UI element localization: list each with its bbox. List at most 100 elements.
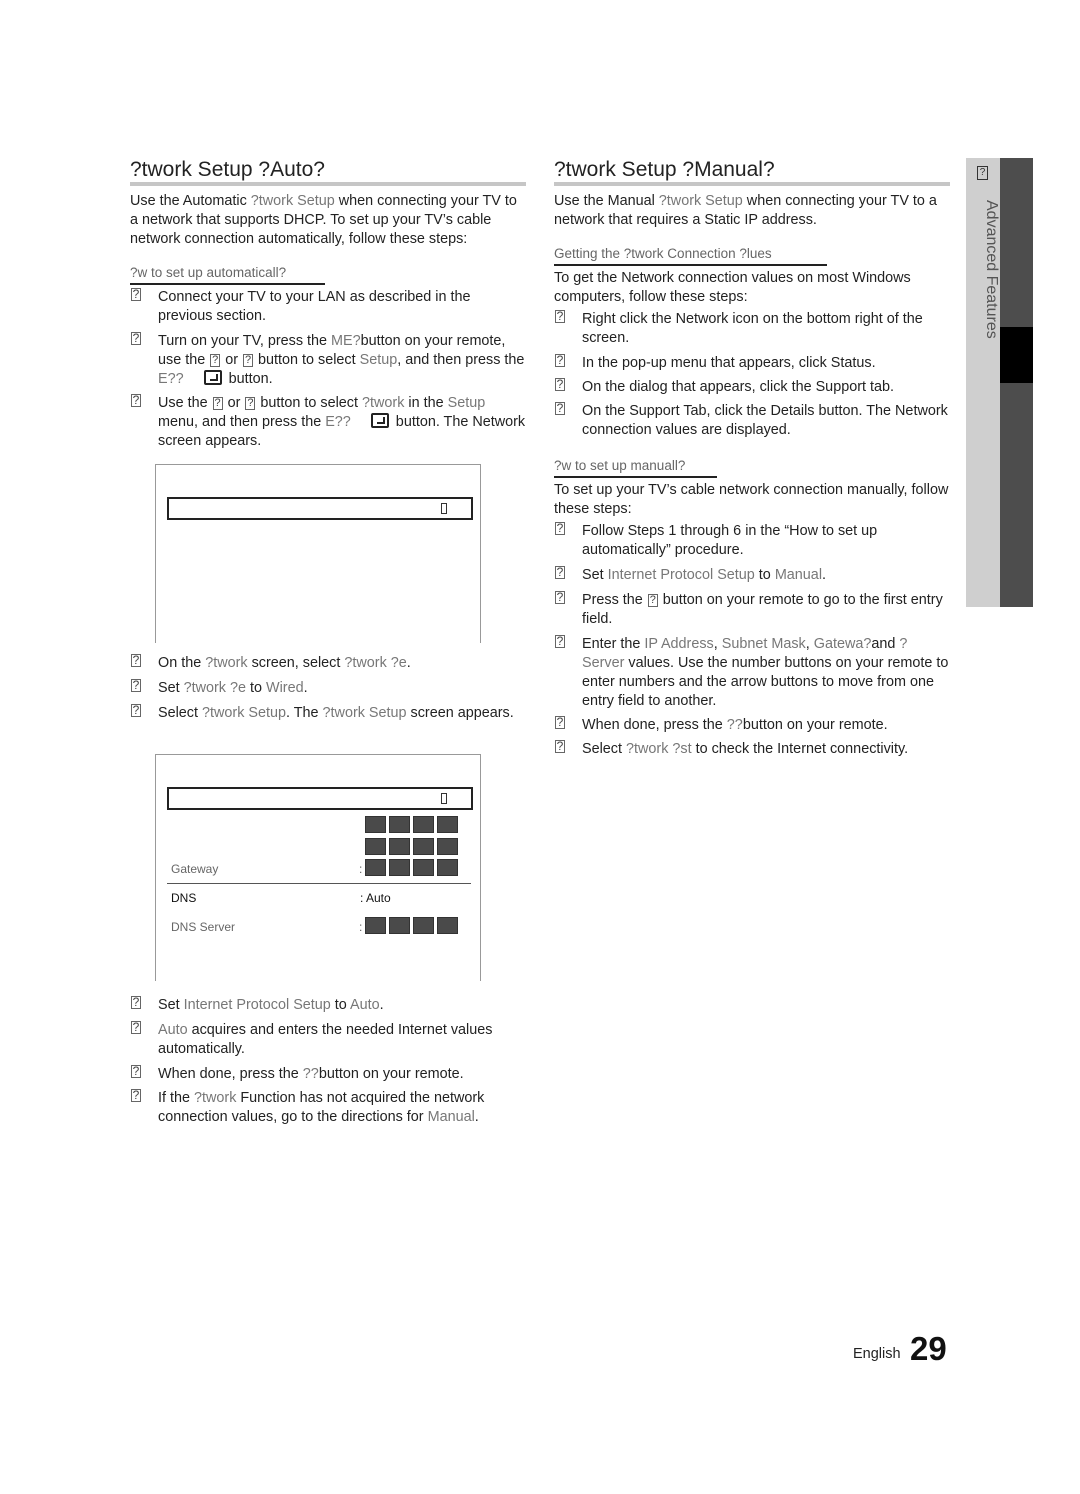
menu-term: Gatewa? [813, 636, 872, 652]
menu-term: ?twork Setup [322, 705, 407, 721]
step-number: ? [131, 1064, 141, 1078]
step-text: On the dialog that appears, click the Su… [582, 378, 950, 397]
step-number: ? [555, 309, 565, 323]
menu-term: ?twork ?e [183, 680, 246, 696]
step-text: If the ?twork Function has not acquired … [158, 1089, 526, 1127]
network-setup-screen-illustration: Gateway : DNS : Auto DNS Server : [155, 754, 481, 981]
step-text-run: . [822, 567, 827, 583]
step-text-run: When done, press the [158, 1066, 303, 1082]
step-text-run: Set [158, 680, 184, 696]
step-text: Turn on your TV, press the ME?button on … [158, 332, 526, 389]
step-text: When done, press the ??button on your re… [582, 716, 950, 735]
enter-icon [370, 413, 389, 428]
step-text-run: Follow Steps 1 through 6 in the “How to … [582, 523, 878, 558]
menu-term: ?twork [194, 1090, 237, 1106]
step-text: Set Internet Protocol Setup to Auto. [158, 996, 526, 1015]
step-text-run: screen appears. [406, 705, 514, 721]
manual-paragraph: To set up your TV’s cable network connec… [554, 482, 949, 517]
menu-term: ME? [331, 333, 361, 349]
arrow-icon [441, 503, 447, 514]
step-text-run: button on your remote. [742, 717, 888, 733]
step-item: ? Connect your TV to your LAN as describe… [130, 288, 526, 326]
menu-term: Manual [427, 1109, 475, 1125]
step-text: Press the ? button on your remote to go … [582, 591, 950, 629]
step-number: ? [555, 634, 565, 648]
step-number: ? [131, 331, 141, 345]
menu-term: Subnet Mask [721, 636, 806, 652]
step-text-run: or [223, 395, 245, 411]
subheading-manual: ?w to set up manuall? [554, 458, 686, 473]
step-text: Follow Steps 1 through 6 in the “How to … [582, 522, 950, 560]
step-number: ? [131, 1020, 141, 1034]
selected-row-bar [167, 497, 473, 520]
step-text: Select ?twork Setup. The ?twork Setup sc… [158, 704, 526, 723]
dns-server-label: DNS Server [171, 920, 236, 934]
menu-term: Setup [447, 395, 486, 411]
step-text: Right click the Network icon on the bott… [582, 310, 950, 348]
step-text-run: If the [158, 1090, 194, 1106]
intro-paragraph: Use the Manual ?twork Setup when connect… [554, 193, 937, 228]
step-text-run: button to select [254, 352, 360, 368]
intro-paragraph: Use the Automatic ?twork Setup when conn… [130, 193, 517, 247]
step-item: ? When done, press the ??button on your r… [130, 1065, 526, 1084]
step-text-run: . [303, 680, 308, 696]
step-text-run: Set [582, 567, 608, 583]
subheading-rule [554, 476, 717, 478]
step-text: When done, press the ??button on your re… [158, 1065, 526, 1084]
step-number: ? [555, 401, 565, 415]
menu-term: E?? [325, 414, 351, 430]
step-number: ? [555, 377, 565, 391]
step-number: ? [131, 678, 141, 692]
step-text-run: button to select [256, 395, 362, 411]
menu-term: E?? [158, 371, 184, 387]
step-text-run: . [379, 997, 384, 1013]
step-number: ? [555, 590, 565, 604]
step-item: ? Set Internet Protocol Setup to Manual. [554, 566, 950, 585]
page-number: 29 [910, 1330, 947, 1367]
step-text: Enter the IP Address, Subnet Mask, Gatew… [582, 635, 950, 711]
step-text-run: Select [158, 705, 202, 721]
step-number: ? [131, 393, 141, 407]
step-item: ? In the pop-up menu that appears, click … [554, 354, 950, 373]
title-rule [130, 182, 526, 186]
step-number: ? [555, 353, 565, 367]
step-text-run: . [406, 655, 411, 671]
step-text: Set ?twork ?e to Wired. [158, 679, 526, 698]
step-item: ? Turn on your TV, press the ME?button on… [130, 332, 526, 389]
section-title-auto: ?twork Setup ?Auto? [130, 158, 325, 181]
step-item: ? Right click the Network icon on the bot… [554, 310, 950, 348]
step-text-run: values. Use the number buttons on your r… [582, 655, 949, 709]
step-number: ? [131, 995, 141, 1009]
step-text-run: Use the [158, 395, 212, 411]
menu-term: Internet Protocol Setup [607, 567, 755, 583]
ip-address-cells [365, 816, 458, 833]
gateway-cells [365, 859, 458, 876]
step-text-run: On the [158, 655, 206, 671]
step-item: ? Enter the IP Address, Subnet Mask, Gate… [554, 635, 950, 711]
step-text-run: , [805, 636, 814, 652]
footer-language: English [853, 1346, 901, 1362]
step-text-run: or [221, 352, 243, 368]
step-text-run: button. [224, 371, 273, 387]
step-item: ? Select ?twork ?st to check the Internet… [554, 740, 950, 759]
step-item: ? Use the ? or ? button to select ?twork … [130, 394, 526, 451]
arrow-button-icon: ? [647, 594, 658, 607]
menu-term: ?twork ?st [626, 741, 692, 757]
step-text-run: Select [582, 741, 626, 757]
step-text: On the Support Tab, click the Details bu… [582, 402, 950, 440]
arrow-button-icon: ? [212, 397, 223, 410]
menu-term: Setup [359, 352, 398, 368]
step-text-run: Turn on your TV, press the [158, 333, 332, 349]
menu-term: ?twork ?e [344, 655, 407, 671]
arrow-button-icon: ? [210, 354, 221, 367]
step-text-run: to check the Internet connectivity. [691, 741, 909, 757]
menu-term: Auto [350, 997, 380, 1013]
arrow-button-icon: ? [243, 354, 254, 367]
subnet-mask-cells [365, 838, 458, 855]
step-text-run: , and then press the [397, 352, 525, 368]
step-number: ? [131, 653, 141, 667]
step-text-run: . The [286, 705, 323, 721]
gateway-label: Gateway [171, 862, 219, 876]
step-text-run: . [474, 1109, 479, 1125]
step-text-run: to [246, 680, 266, 696]
